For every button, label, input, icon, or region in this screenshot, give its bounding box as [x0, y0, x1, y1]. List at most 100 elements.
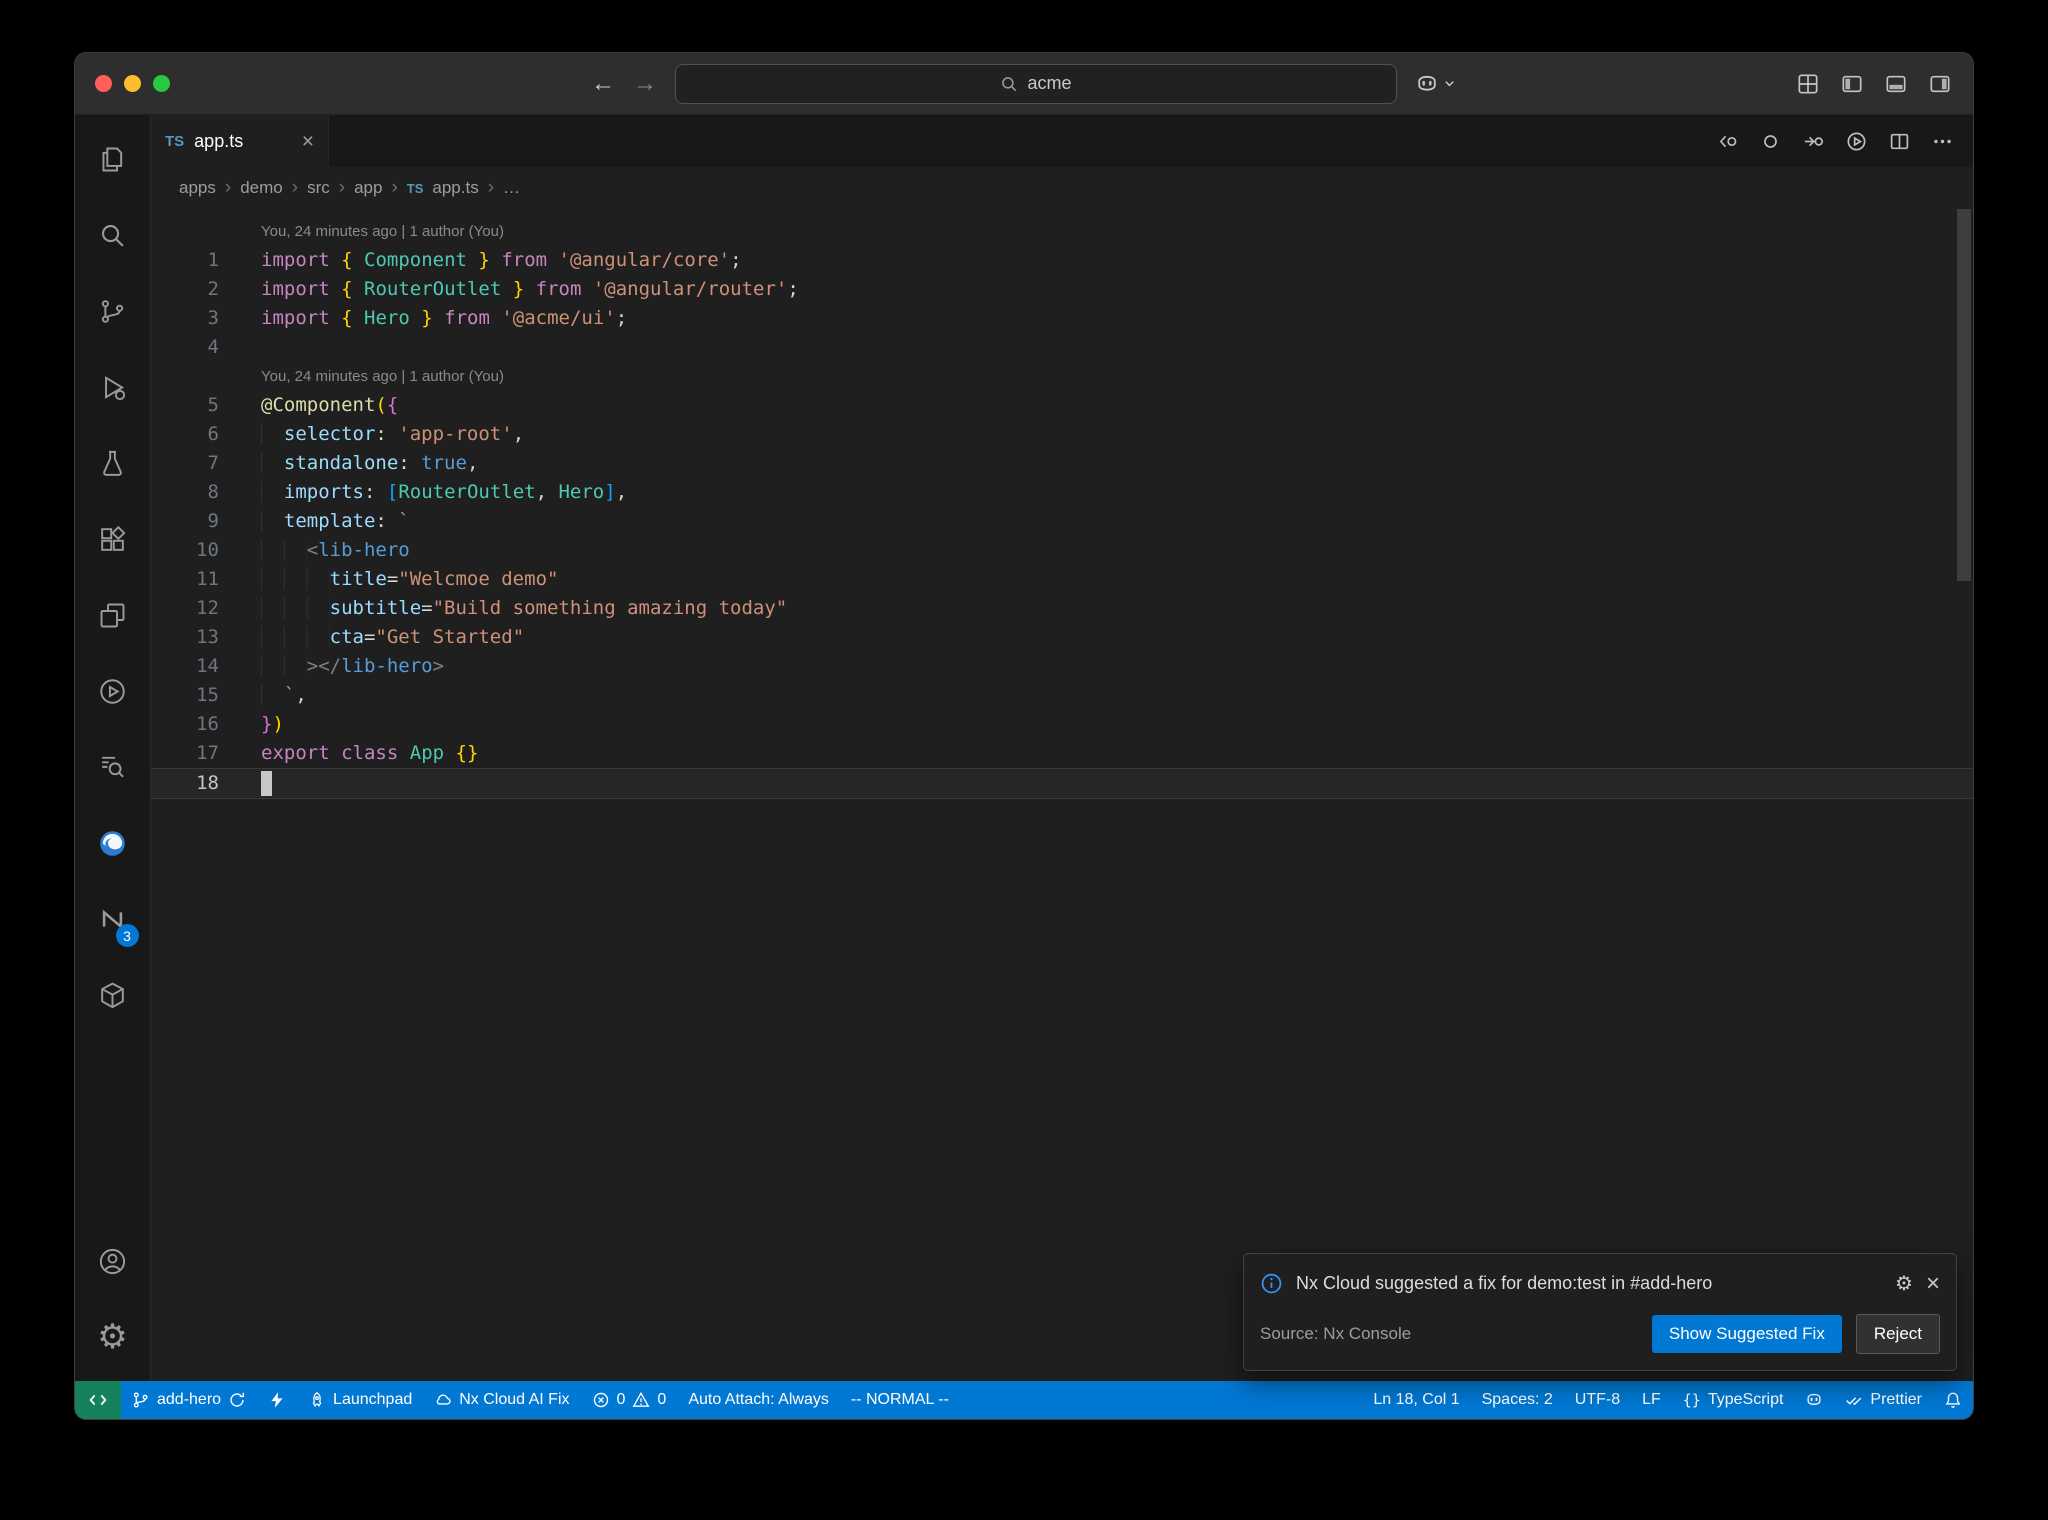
tab-app-ts[interactable]: TS app.ts × — [151, 115, 329, 167]
breadcrumb-item-symbol[interactable]: … — [503, 178, 520, 198]
code-line[interactable]: 1 import { Component } from '@angular/cor… — [151, 246, 1973, 275]
line-number[interactable]: 14 — [151, 652, 261, 681]
code-editor[interactable]: You, 24 minutes ago | 1 author (You) 1 imp… — [151, 209, 1973, 1381]
toggle-sidebar-right-icon[interactable] — [1929, 73, 1951, 95]
code-line[interactable]: 9 template: ` — [151, 507, 1973, 536]
copilot-menu[interactable] — [1415, 72, 1457, 96]
notifications-bell[interactable] — [1933, 1381, 1973, 1419]
line-number[interactable]: 11 — [151, 565, 261, 594]
language-mode-status[interactable]: {} TypeScript — [1672, 1381, 1795, 1419]
breakpoint-icon[interactable] — [1760, 131, 1781, 152]
indentation-status[interactable]: Spaces: 2 — [1471, 1381, 1564, 1419]
launchpad-status[interactable]: Launchpad — [297, 1381, 423, 1419]
code-line[interactable]: 8 imports: [RouterOutlet, Hero], — [151, 478, 1973, 507]
line-number[interactable] — [151, 362, 261, 391]
line-number[interactable]: 6 — [151, 420, 261, 449]
code-line[interactable]: 2 import { RouterOutlet } from '@angular/… — [151, 275, 1973, 304]
line-number[interactable] — [151, 217, 261, 246]
toggle-sidebar-left-icon[interactable] — [1841, 73, 1863, 95]
line-number[interactable]: 3 — [151, 304, 261, 333]
line-number[interactable]: 12 — [151, 594, 261, 623]
sidebar-item-explorer[interactable] — [75, 121, 151, 197]
command-center-search[interactable]: acme — [675, 63, 1397, 104]
line-number[interactable]: 17 — [151, 739, 261, 768]
code-line[interactable]: 15 `, — [151, 681, 1973, 710]
notification-settings-icon[interactable]: ⚙ — [1895, 1271, 1913, 1296]
code-line[interactable]: 7 standalone: true, — [151, 449, 1973, 478]
breadcrumb-item-src[interactable]: src — [307, 178, 330, 198]
sidebar-item-search-editor[interactable] — [75, 729, 151, 805]
vim-mode-status[interactable]: -- NORMAL -- — [840, 1381, 960, 1419]
line-number[interactable]: 9 — [151, 507, 261, 536]
breadcrumb-item-app[interactable]: app — [354, 178, 382, 198]
close-window-button[interactable] — [95, 75, 112, 92]
navigate-forward-icon[interactable]: → — [633, 71, 657, 96]
line-number[interactable]: 4 — [151, 333, 261, 362]
run-code-icon[interactable] — [1846, 131, 1867, 152]
copilot-status[interactable] — [1794, 1381, 1834, 1419]
cursor-position-status[interactable]: Ln 18, Col 1 — [1362, 1381, 1470, 1419]
sidebar-item-remote-explorer[interactable] — [75, 577, 151, 653]
nx-cloud-status[interactable]: Nx Cloud AI Fix — [423, 1381, 580, 1419]
git-branch-status[interactable]: add-hero — [121, 1381, 257, 1419]
code-line[interactable]: 5 @Component({ — [151, 391, 1973, 420]
code-line[interactable]: 4 — [151, 333, 1973, 362]
problems-status[interactable]: 0 0 — [581, 1381, 678, 1419]
notification-close-icon[interactable]: × — [1926, 1271, 1940, 1296]
code-line[interactable]: 16}) — [151, 710, 1973, 739]
formatter-status[interactable]: Prettier — [1834, 1381, 1933, 1419]
codelens-text[interactable]: You, 24 minutes ago | 1 author (You) — [261, 217, 1973, 246]
split-editor-icon[interactable] — [1889, 131, 1910, 152]
code-line[interactable]: 3 import { Hero } from '@acme/ui'; — [151, 304, 1973, 333]
line-number[interactable]: 15 — [151, 681, 261, 710]
sidebar-item-edge-tools[interactable] — [75, 805, 151, 881]
sidebar-item-containers[interactable] — [75, 957, 151, 1033]
breadcrumb-item-demo[interactable]: demo — [240, 178, 283, 198]
reject-button[interactable]: Reject — [1855, 1314, 1940, 1354]
auto-attach-status[interactable]: Auto Attach: Always — [677, 1381, 840, 1419]
line-number[interactable]: 8 — [151, 478, 261, 507]
code-line[interactable]: 10 <lib-hero — [151, 536, 1973, 565]
zoom-window-button[interactable] — [153, 75, 170, 92]
line-number[interactable]: 7 — [151, 449, 261, 478]
accounts-button[interactable] — [75, 1223, 151, 1299]
sidebar-item-source-control[interactable] — [75, 273, 151, 349]
line-number[interactable]: 18 — [151, 769, 261, 798]
line-number[interactable]: 10 — [151, 536, 261, 565]
code-line[interactable]: 13 cta="Get Started" — [151, 623, 1973, 652]
encoding-status[interactable]: UTF-8 — [1564, 1381, 1631, 1419]
codelens-row[interactable]: You, 24 minutes ago | 1 author (You) — [151, 217, 1973, 246]
show-suggested-fix-button[interactable]: Show Suggested Fix — [1651, 1315, 1842, 1353]
minimize-window-button[interactable] — [124, 75, 141, 92]
sidebar-item-run-debug[interactable] — [75, 349, 151, 425]
more-actions-icon[interactable] — [1932, 131, 1953, 152]
line-number[interactable]: 16 — [151, 710, 261, 739]
line-number[interactable]: 1 — [151, 246, 261, 275]
line-number[interactable]: 5 — [151, 391, 261, 420]
sidebar-item-testing[interactable] — [75, 425, 151, 501]
line-number[interactable]: 13 — [151, 623, 261, 652]
sidebar-item-search[interactable] — [75, 197, 151, 273]
vertical-scrollbar[interactable] — [1957, 209, 1971, 581]
line-number[interactable]: 2 — [151, 275, 261, 304]
navigate-back-icon[interactable]: ← — [591, 71, 615, 96]
nx-generate-status[interactable] — [257, 1381, 297, 1419]
settings-button[interactable]: ⚙ — [75, 1299, 151, 1375]
open-changes-icon[interactable] — [1717, 131, 1738, 152]
run-to-cursor-icon[interactable] — [1803, 131, 1824, 152]
eol-status[interactable]: LF — [1631, 1381, 1672, 1419]
remote-indicator[interactable] — [75, 1381, 121, 1419]
codelens-row[interactable]: You, 24 minutes ago | 1 author (You) — [151, 362, 1973, 391]
code-line[interactable]: 11 title="Welcmoe demo" — [151, 565, 1973, 594]
code-line[interactable]: 17 export class App {} — [151, 739, 1973, 768]
sidebar-item-nx-console[interactable]: 3 — [75, 881, 151, 957]
sidebar-item-run-circle[interactable] — [75, 653, 151, 729]
tab-close-icon[interactable]: × — [302, 131, 314, 152]
codelens-text[interactable]: You, 24 minutes ago | 1 author (You) — [261, 362, 1973, 391]
breadcrumb-item-apps[interactable]: apps — [179, 178, 216, 198]
code-line[interactable]: 6 selector: 'app-root', — [151, 420, 1973, 449]
sidebar-item-extensions[interactable] — [75, 501, 151, 577]
code-line[interactable]: 14 ></lib-hero> — [151, 652, 1973, 681]
code-line[interactable]: 12 subtitle="Build something amazing tod… — [151, 594, 1973, 623]
breadcrumb-item-file[interactable]: app.ts — [432, 178, 478, 198]
